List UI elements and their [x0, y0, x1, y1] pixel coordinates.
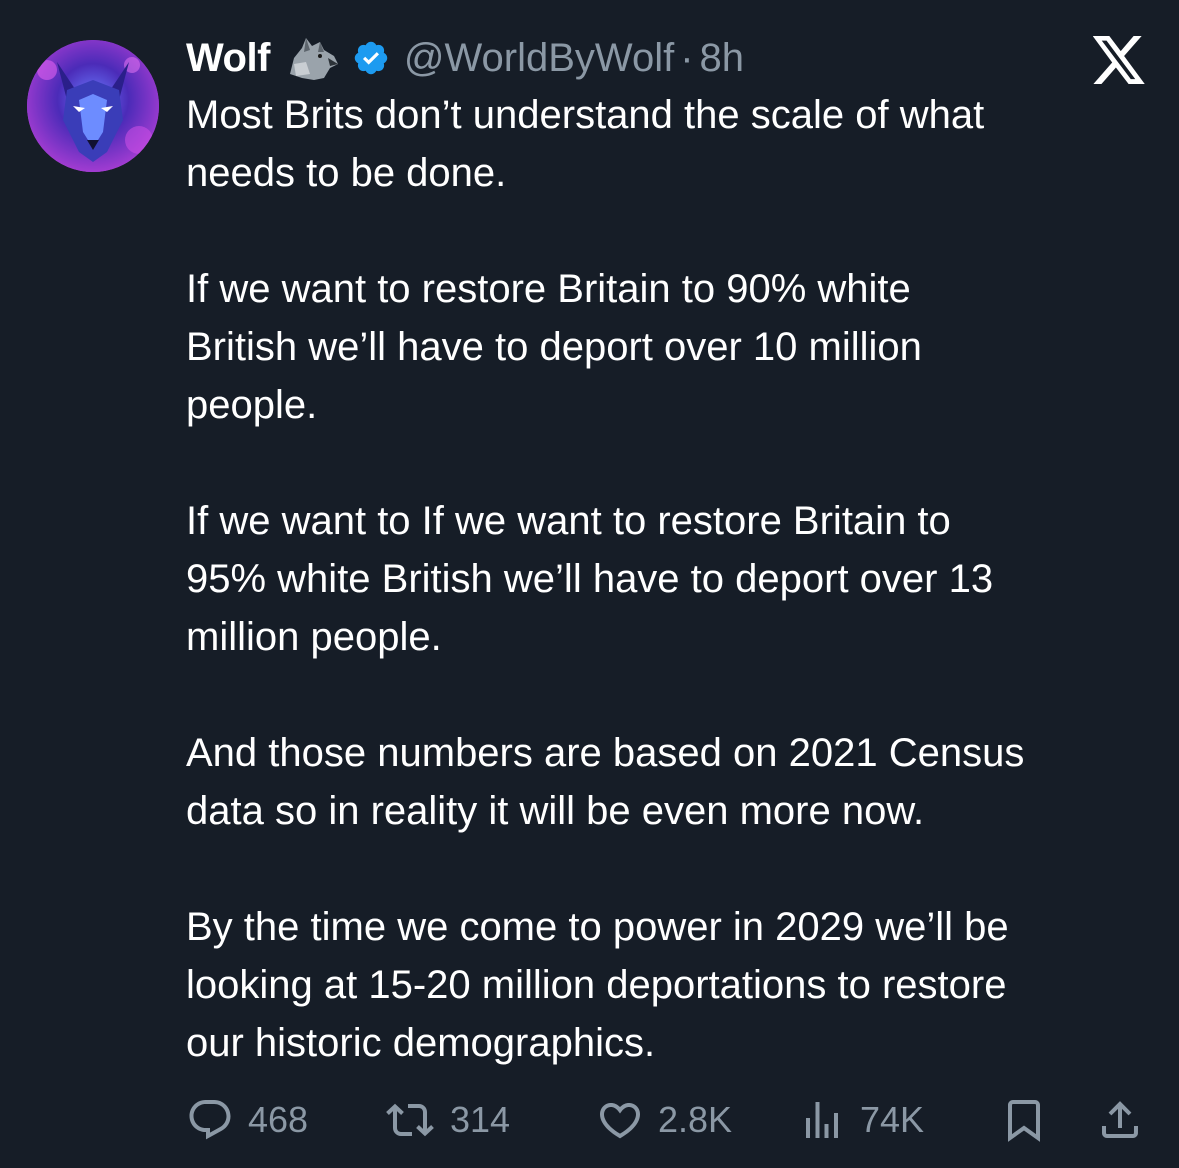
views-count: 74K — [860, 1099, 925, 1140]
tweet-header: Wolf @WorldByWolf · 8h — [186, 30, 744, 86]
timestamp[interactable]: 8h — [700, 36, 745, 80]
handle-text[interactable]: @WorldByWolf — [404, 36, 674, 80]
tweet-paragraph: By the time we come to power in 2029 we’… — [186, 905, 1009, 1065]
repost-icon — [384, 1096, 436, 1144]
tweet-paragraph: If we want to If we want to restore Brit… — [186, 499, 994, 659]
tweet-paragraph: If we want to restore Britain to 90% whi… — [186, 267, 922, 427]
verified-badge-icon — [352, 39, 390, 77]
tweet-paragraph: Most Brits don’t understand the scale of… — [186, 93, 985, 195]
x-logo-icon — [1092, 36, 1147, 84]
repost-button[interactable]: 314 — [384, 1092, 510, 1148]
wolf-avatar-image — [27, 40, 159, 172]
share-button[interactable] — [1096, 1092, 1144, 1148]
share-icon — [1096, 1096, 1144, 1144]
wolf-emoji-icon — [284, 34, 340, 82]
author-handle[interactable]: @WorldByWolf · 8h — [404, 36, 744, 81]
views-chart-icon — [798, 1096, 846, 1144]
bookmark-icon — [1000, 1096, 1048, 1144]
heart-icon — [596, 1096, 644, 1144]
meta-separator: · — [680, 35, 694, 80]
like-count: 2.8K — [658, 1099, 733, 1140]
repost-count: 314 — [450, 1099, 511, 1140]
author-name[interactable]: Wolf — [186, 36, 270, 81]
reply-icon — [186, 1096, 234, 1144]
tweet-paragraph: And those numbers are based on 2021 Cens… — [186, 731, 1025, 833]
tweet-card: Wolf @WorldByWolf · 8h Most Brits don’t … — [0, 0, 1179, 1168]
avatar[interactable] — [27, 40, 159, 172]
bookmark-button[interactable] — [1000, 1092, 1048, 1148]
tweet-text: Most Brits don’t understand the scale of… — [186, 86, 1166, 1072]
reply-count: 468 — [248, 1099, 309, 1140]
reply-button[interactable]: 468 — [186, 1092, 308, 1148]
views-button[interactable]: 74K — [798, 1092, 924, 1148]
like-button[interactable]: 2.8K — [596, 1092, 732, 1148]
tweet-action-bar: 468 314 2.8K 74K — [0, 1092, 1179, 1148]
